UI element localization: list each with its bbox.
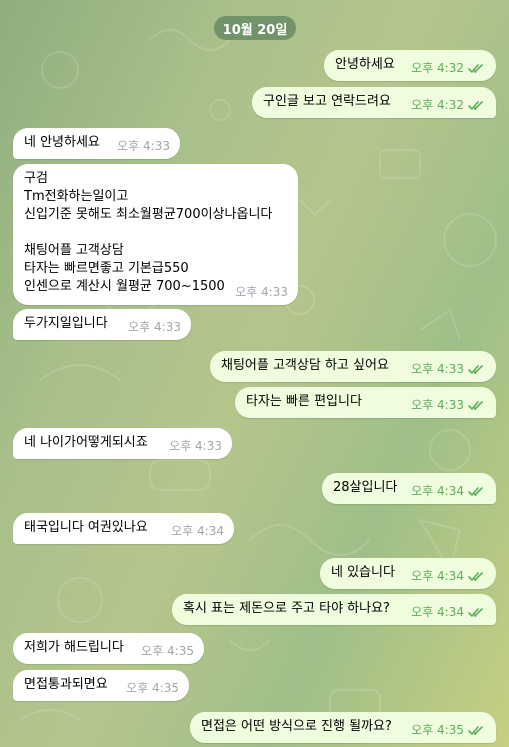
message-time: 오후 4:33 — [411, 362, 464, 376]
outgoing-message-bubble[interactable]: 타자는 빠른 편입니다 오후 4:33 — [235, 387, 496, 418]
message-time: 오후 4:35 — [141, 644, 194, 658]
message-time: 오후 4:33 — [128, 320, 181, 334]
incoming-message-bubble[interactable]: 저희가 해드립니다 오후 4:35 — [13, 633, 204, 664]
incoming-message-bubble[interactable]: 두가지일입니다 오후 4:33 — [13, 309, 191, 340]
outgoing-message-bubble[interactable]: 28살입니다 오후 4:34 — [322, 473, 496, 504]
date-separator: 10월 20일 — [214, 16, 296, 40]
outgoing-message-bubble[interactable]: 채팅어플 고객상담 하고 싶어요 오후 4:33 — [210, 351, 496, 382]
message-time: 오후 4:33 — [235, 285, 288, 299]
message-meta: 오후 4:32 — [411, 96, 486, 114]
double-check-read-icon — [468, 400, 483, 410]
outgoing-message-bubble[interactable]: 면접은 어떤 방식으로 진행 될까요? 오후 4:35 — [190, 712, 496, 743]
message-meta: 오후 4:34 — [171, 522, 224, 540]
message-time: 오후 4:33 — [117, 139, 170, 153]
incoming-message-bubble[interactable]: 네 안녕하세요 오후 4:33 — [13, 128, 180, 159]
message-time: 오후 4:33 — [411, 398, 464, 412]
message-meta: 오후 4:34 — [411, 603, 486, 621]
incoming-message-bubble[interactable]: 네 나이가어떻게되시죠 오후 4:33 — [13, 428, 232, 459]
message-meta: 오후 4:33 — [169, 437, 222, 455]
incoming-message-bubble[interactable]: 구검 Tm전화하는일이고 신입기준 못해도 최소월평균700이상나옵니다 채팅어… — [13, 164, 298, 305]
double-check-read-icon — [468, 63, 483, 73]
message-time: 오후 4:32 — [411, 98, 464, 112]
message-meta: 오후 4:33 — [411, 396, 486, 414]
message-meta: 오후 4:33 — [411, 360, 486, 378]
message-meta: 오후 4:34 — [411, 482, 486, 500]
message-meta: 오후 4:32 — [411, 59, 486, 77]
double-check-read-icon — [468, 364, 483, 374]
double-check-read-icon — [468, 100, 483, 110]
incoming-message-bubble[interactable]: 면접통과되면요 오후 4:35 — [13, 670, 189, 701]
message-time: 오후 4:34 — [171, 524, 224, 538]
outgoing-message-bubble[interactable]: 안녕하세요 오후 4:32 — [324, 50, 496, 81]
message-meta: 오후 4:33 — [235, 283, 288, 301]
message-time: 오후 4:34 — [411, 484, 464, 498]
message-meta: 오후 4:33 — [117, 137, 170, 155]
message-time: 오후 4:34 — [411, 569, 464, 583]
message-meta: 오후 4:35 — [141, 642, 194, 660]
message-meta: 오후 4:35 — [411, 721, 486, 739]
double-check-read-icon — [468, 607, 483, 617]
double-check-read-icon — [468, 486, 483, 496]
message-time: 오후 4:35 — [411, 723, 464, 737]
double-check-read-icon — [468, 725, 483, 735]
message-time: 오후 4:32 — [411, 61, 464, 75]
message-meta: 오후 4:35 — [126, 679, 179, 697]
outgoing-message-bubble[interactable]: 혹시 표는 제돈으로 주고 타야 하나요? 오후 4:34 — [172, 594, 496, 625]
message-text: 구검 Tm전화하는일이고 신입기준 못해도 최소월평균700이상나옵니다 채팅어… — [24, 171, 273, 294]
outgoing-message-bubble[interactable]: 네 있습니다 오후 4:34 — [320, 558, 496, 589]
message-meta: 오후 4:34 — [411, 567, 486, 585]
message-time: 오후 4:34 — [411, 605, 464, 619]
message-time: 오후 4:33 — [169, 439, 222, 453]
outgoing-message-bubble[interactable]: 구인글 보고 연락드려요 오후 4:32 — [252, 87, 496, 118]
message-time: 오후 4:35 — [126, 681, 179, 695]
incoming-message-bubble[interactable]: 태국입니다 여권있나요 오후 4:34 — [13, 513, 234, 544]
double-check-read-icon — [468, 571, 483, 581]
message-meta: 오후 4:33 — [128, 318, 181, 336]
